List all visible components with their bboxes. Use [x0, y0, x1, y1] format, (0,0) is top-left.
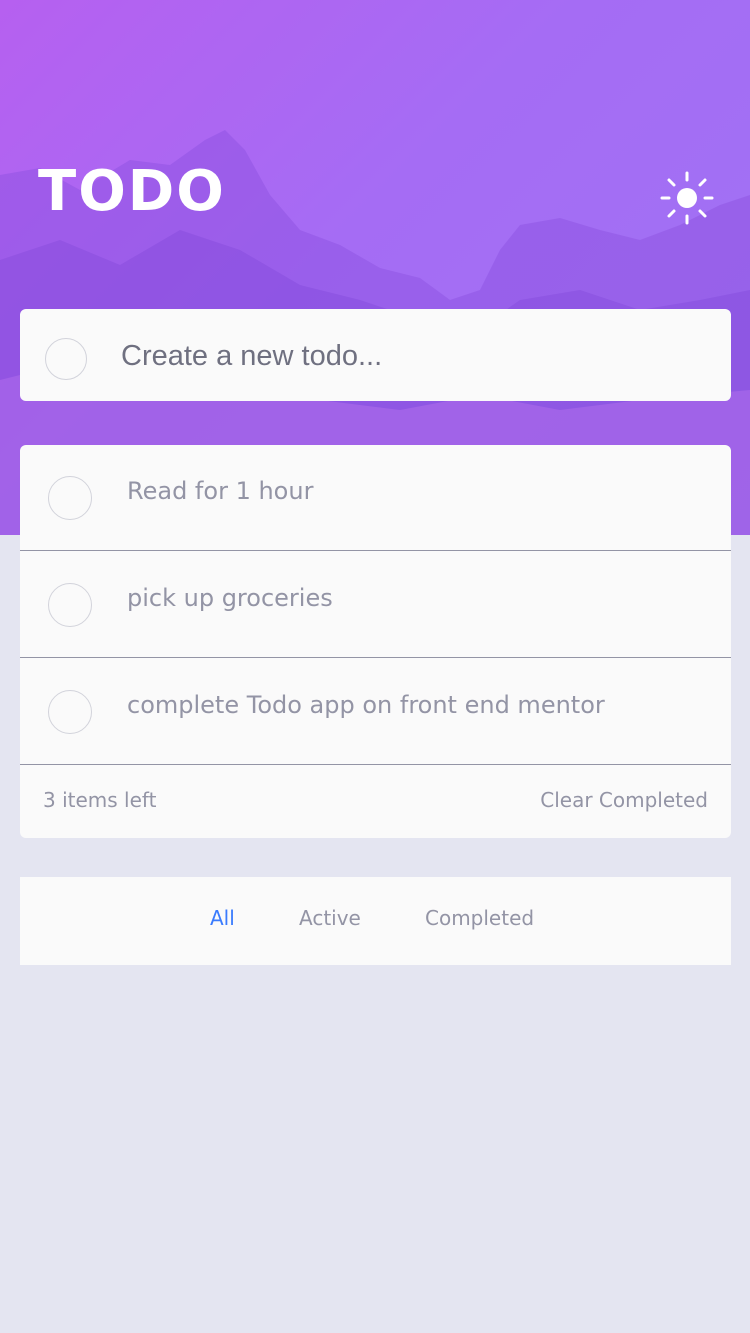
todo-checkbox[interactable] — [48, 476, 92, 520]
new-todo-input[interactable] — [119, 331, 703, 381]
filter-completed[interactable]: Completed — [425, 906, 534, 930]
todo-item[interactable]: Read for 1 hour — [20, 445, 731, 551]
sun-icon — [660, 171, 714, 225]
app-title: TODO — [38, 159, 226, 224]
items-left-count: 3 items left — [43, 788, 157, 812]
todo-text: pick up groceries — [127, 584, 333, 612]
theme-toggle-button[interactable] — [658, 170, 716, 228]
filter-bar: All Active Completed — [20, 877, 731, 965]
new-todo-bar — [20, 309, 731, 401]
filter-all[interactable]: All — [210, 906, 235, 930]
new-todo-checkbox[interactable] — [45, 338, 87, 380]
clear-completed-button[interactable]: Clear Completed — [540, 788, 708, 812]
todo-text: Read for 1 hour — [127, 477, 314, 505]
todo-checkbox[interactable] — [48, 583, 92, 627]
todo-checkbox[interactable] — [48, 690, 92, 734]
filter-active[interactable]: Active — [299, 906, 361, 930]
todo-list: Read for 1 hour pick up groceries comple… — [20, 445, 731, 838]
list-footer: 3 items left Clear Completed — [20, 765, 731, 837]
todo-text: complete Todo app on front end mentor — [127, 691, 605, 719]
todo-item[interactable]: complete Todo app on front end mentor — [20, 659, 731, 765]
todo-item[interactable]: pick up groceries — [20, 552, 731, 658]
